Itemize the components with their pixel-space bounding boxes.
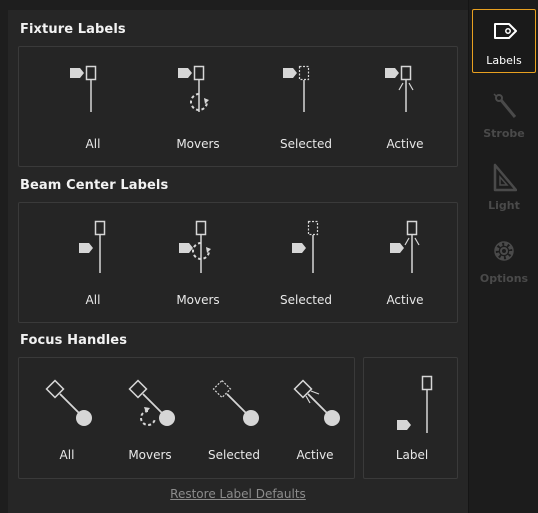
tab-light[interactable]: Light: [472, 155, 536, 219]
beam-labels-active[interactable]: Active: [365, 203, 445, 321]
focus-handle-all-icon: [45, 379, 92, 426]
restore-label-defaults-link[interactable]: Restore Label Defaults: [8, 487, 468, 501]
focus-handles-group: All Movers Selected Active: [18, 357, 355, 479]
option-label: Active: [296, 448, 334, 462]
beam-center-labels-group: All Movers Selected Active: [18, 202, 458, 323]
option-label: Active: [386, 293, 424, 307]
option-label: Movers: [128, 448, 172, 462]
option-label: Label: [395, 448, 429, 462]
option-label: All: [85, 137, 101, 151]
tab-options[interactable]: Options: [472, 228, 536, 292]
focus-handle-movers-icon: [128, 379, 175, 426]
focus-label-group: Label: [363, 357, 458, 479]
focus-handles-movers[interactable]: Movers: [110, 358, 190, 476]
fixture-labels-active[interactable]: Active: [365, 47, 445, 165]
tag-icon: [494, 23, 517, 39]
option-label: All: [59, 448, 75, 462]
focus-handle-active-icon: [293, 379, 340, 426]
beam-labels-selected[interactable]: Selected: [266, 203, 346, 321]
beam-label-all-icon: [79, 220, 106, 273]
section-title-focus-handles: Focus Handles: [20, 333, 128, 348]
option-label: Selected: [207, 448, 261, 462]
beam-labels-all[interactable]: All: [53, 203, 133, 321]
focus-handles-all[interactable]: All: [27, 358, 107, 476]
focus-handle-selected-icon: [212, 379, 259, 426]
option-label: Movers: [176, 293, 220, 307]
tab-strobe[interactable]: Strobe: [472, 83, 536, 147]
tab-label: Options: [479, 272, 529, 285]
focus-handles-label[interactable]: Label: [372, 358, 452, 476]
fixture-labels-group: All Movers Selected Active: [18, 46, 458, 167]
label-movers-icon: [178, 65, 209, 112]
option-label: Selected: [279, 293, 333, 307]
option-label: Movers: [176, 137, 220, 151]
wand-icon: [493, 93, 517, 118]
gear-icon: [494, 241, 514, 261]
beam-labels-movers[interactable]: Movers: [158, 203, 238, 321]
fixture-labels-selected[interactable]: Selected: [266, 47, 346, 165]
tab-label: Strobe: [483, 127, 525, 140]
focus-handles-selected[interactable]: Selected: [194, 358, 274, 476]
tab-labels[interactable]: Labels: [472, 9, 536, 73]
option-label: Active: [386, 137, 424, 151]
fixture-labels-all[interactable]: All: [53, 47, 133, 165]
section-title-beam-center-labels: Beam Center Labels: [20, 178, 169, 193]
option-label: All: [85, 293, 101, 307]
tab-label: Light: [488, 199, 520, 212]
section-title-fixture-labels: Fixture Labels: [20, 22, 126, 37]
option-label: Selected: [279, 137, 333, 151]
labels-panel: Fixture Labels All Movers Selected Activ…: [8, 10, 468, 513]
beam-label-active-icon: [390, 220, 420, 273]
fixture-labels-movers[interactable]: Movers: [158, 47, 238, 165]
focus-handles-active[interactable]: Active: [275, 358, 355, 476]
beam-label-selected-icon: [292, 220, 319, 273]
label-all-icon: [70, 65, 97, 112]
triangle-ruler-icon: [493, 163, 517, 192]
sidebar: Labels Strobe Light Options: [468, 0, 538, 513]
label-active-icon: [385, 65, 414, 112]
label-selected-icon: [283, 65, 310, 112]
focus-label-icon: [397, 375, 433, 433]
tab-label: Labels: [486, 54, 522, 67]
beam-label-movers-icon: [179, 220, 211, 273]
